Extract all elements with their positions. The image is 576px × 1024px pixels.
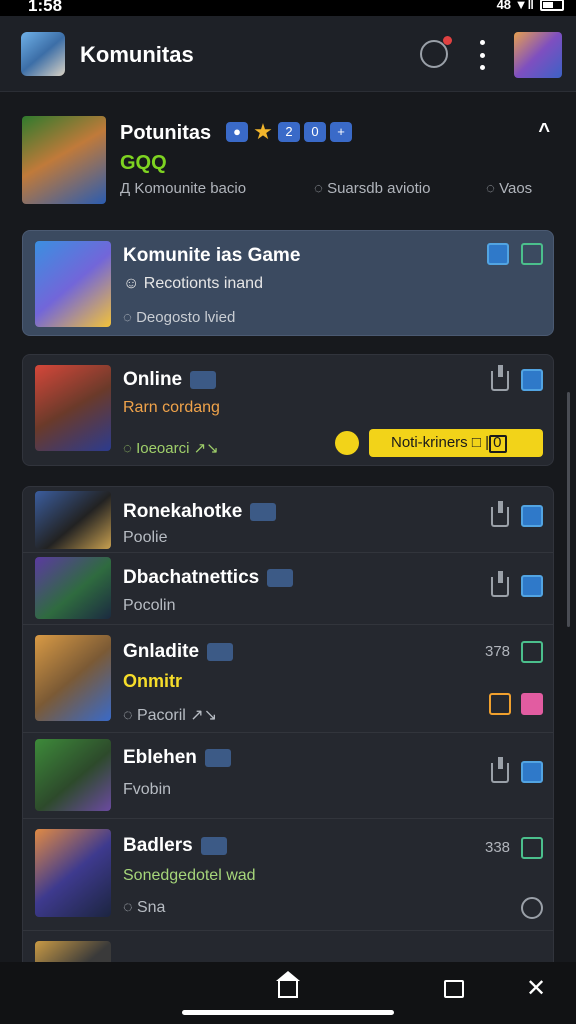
list-item-meta: ◌ Pacoril ↗↘	[123, 707, 218, 724]
close-icon[interactable]: ✕	[526, 974, 546, 1003]
scrollbar[interactable]	[567, 392, 570, 627]
status-icons: 48 ▼‖	[497, 0, 564, 12]
signal-indicator: 48 ▼‖	[496, 0, 534, 12]
list-item-tag	[204, 748, 231, 767]
status-time: 1:58	[28, 0, 63, 15]
list-item-meta: ◌ Sna	[123, 899, 166, 916]
list-item-count: 378	[485, 643, 511, 660]
list-item[interactable]: Dbachatnettics Pocolin	[23, 553, 553, 625]
list-item[interactable]: Eblehen Fvobin	[23, 733, 553, 819]
collapse-icon[interactable]: ^	[538, 120, 550, 143]
list-item-thumbnail	[35, 739, 111, 811]
profile-header: Potunitas ● ★ 2 0 + GQQ Д Komounite baci…	[22, 116, 554, 212]
list-item-title: Eblehen	[123, 747, 231, 769]
edit-icon[interactable]	[487, 243, 509, 265]
card-meta: ◌ Ioeoarci ↗↘	[123, 440, 219, 457]
app-logo	[21, 32, 65, 76]
list-item-thumbnail	[35, 557, 111, 619]
level-badge-icon: 2	[278, 122, 300, 142]
share-icon[interactable]	[491, 571, 509, 597]
list-item[interactable]: Ronekahotke Poolie	[23, 487, 553, 553]
status-bar: 1:58 48 ▼‖	[0, 0, 576, 16]
list-item-thumbnail	[35, 635, 111, 721]
card-tag	[190, 370, 217, 389]
list-item-title: Dbachatnettics	[123, 567, 294, 589]
list-item-tag	[250, 502, 277, 521]
reward-icon[interactable]	[489, 693, 511, 715]
card-title: Komunite ias Game	[123, 245, 301, 266]
card-title: Online	[123, 369, 217, 391]
share-square-icon[interactable]	[521, 837, 543, 859]
edit-icon[interactable]	[521, 761, 543, 783]
list-item-subtitle: Pocolin	[123, 597, 176, 614]
battery-icon	[540, 0, 564, 11]
share-square-icon[interactable]	[521, 243, 543, 265]
profile-avatar[interactable]	[514, 32, 562, 78]
list-item-subtitle: Fvobin	[123, 781, 172, 798]
list-item-title: Badlers	[123, 835, 227, 857]
profile-stat: ◌ Suarsdb aviotio	[314, 180, 431, 197]
list-item-tag	[200, 836, 227, 855]
gem-icon[interactable]	[521, 693, 543, 715]
add-badge-icon: +	[330, 122, 352, 142]
chat-badge-icon: ●	[226, 122, 248, 142]
list-item[interactable]: Badlers Sonedgedotel wad ◌ Sna 338	[23, 819, 553, 931]
community-card-online[interactable]: Online Rarn cordang ◌ Ioeoarci ↗↘ Noti-k…	[22, 354, 554, 466]
edit-icon[interactable]	[521, 369, 543, 391]
card-thumbnail	[35, 241, 111, 327]
page-title: Komunitas	[80, 42, 194, 67]
list-item-count: 338	[485, 839, 511, 856]
edit-icon[interactable]	[521, 505, 543, 527]
card-meta: ◌ Deogosto lvied	[123, 309, 236, 326]
app-bar: Komunitas	[0, 16, 576, 92]
list-item-thumbnail	[35, 829, 111, 917]
emoji-icon[interactable]	[335, 431, 359, 455]
profile-stat: ◌ Vaos	[486, 180, 533, 197]
card-subtitle: ☺ Recotionts inand	[123, 275, 263, 292]
community-feed[interactable]: Potunitas ● ★ 2 0 + GQQ Д Komounite baci…	[0, 92, 576, 962]
list-item-subtitle: Onmitr	[123, 671, 183, 691]
badge-row: ● ★ 2 0 +	[226, 119, 352, 144]
share-icon[interactable]	[491, 757, 509, 783]
list-item[interactable]	[23, 931, 553, 962]
recents-icon[interactable]	[444, 980, 464, 998]
profile-name: Potunitas	[120, 122, 212, 144]
share-icon[interactable]	[491, 365, 509, 391]
card-subtitle: Rarn cordang	[123, 399, 220, 416]
profile-thumbnail	[22, 116, 106, 204]
list-item-subtitle: Sonedgedotel wad	[123, 867, 256, 884]
card-thumbnail	[35, 365, 111, 451]
system-nav-bar: ✕	[0, 962, 576, 1024]
star-icon: ★	[253, 119, 273, 144]
edit-icon[interactable]	[521, 575, 543, 597]
list-item[interactable]: Gnladite Onmitr ◌ Pacoril ↗↘ 378	[23, 625, 553, 733]
profile-score: GQQ	[120, 152, 167, 174]
list-item-thumbnail	[35, 941, 111, 962]
list-item-tag	[207, 642, 234, 661]
mail-badge-icon: 0	[304, 122, 326, 142]
settings-icon[interactable]	[521, 897, 543, 919]
share-square-icon[interactable]	[521, 641, 543, 663]
share-icon[interactable]	[491, 501, 509, 527]
list-item-subtitle: Poolie	[123, 529, 168, 546]
profile-meta: Д Komounite bacio	[120, 180, 247, 197]
community-list: Ronekahotke Poolie Dbachatnettics Pocoli…	[22, 486, 554, 962]
more-vert-icon[interactable]	[472, 40, 492, 70]
gesture-bar[interactable]	[182, 1010, 394, 1015]
bug-report-icon[interactable]	[420, 36, 452, 68]
list-item-tag	[267, 568, 294, 587]
home-icon[interactable]	[276, 971, 300, 998]
list-item-title: Gnladite	[123, 641, 234, 663]
notify-button[interactable]: Noti-kriners □ | 0	[369, 429, 543, 457]
list-item-thumbnail	[35, 491, 111, 549]
list-item-title: Ronekahotke	[123, 501, 277, 523]
community-card-featured[interactable]: Komunite ias Game ☺ Recotionts inand ◌ D…	[22, 230, 554, 336]
